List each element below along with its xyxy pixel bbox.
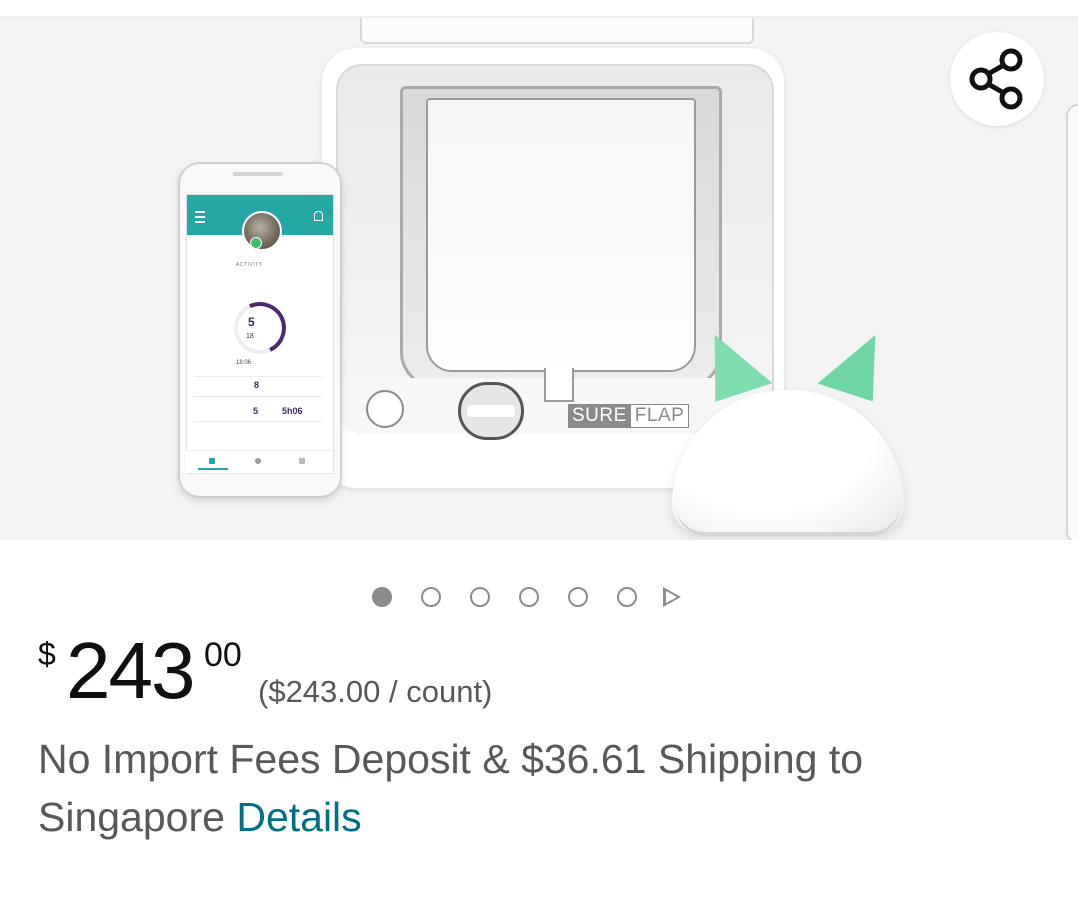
list-icon (299, 458, 305, 464)
home-icon (209, 458, 215, 464)
cat-flap-lock-knob (458, 382, 524, 440)
product-image-carousel[interactable]: SURE FLAP ACTIVITY 5 18 18:06 8 5 5h06 (0, 18, 1078, 540)
nav-active-indicator (198, 468, 228, 470)
play-triangle-icon[interactable] (663, 587, 681, 607)
carousel-indicator (372, 584, 681, 610)
sureflap-logo: SURE FLAP (568, 404, 690, 428)
shipping-text: No Import Fees Deposit & $36.61 Shipping… (38, 736, 864, 840)
unit-price: ($243.00 / count) (258, 674, 493, 709)
screen-divider (194, 396, 322, 397)
bell-icon (314, 211, 323, 221)
next-image-peek[interactable] (1066, 104, 1078, 540)
screen-divider (194, 376, 322, 377)
top-strip (0, 0, 1078, 18)
cat-flap-top-tab (360, 18, 754, 44)
logo-sure: SURE (568, 404, 631, 428)
avg-time: 5h06 (282, 406, 303, 416)
avg-count: 5 (253, 406, 259, 416)
share-icon (969, 48, 1023, 110)
carousel-dot[interactable] (568, 587, 588, 607)
hub-base-rim (676, 496, 900, 536)
price-whole: 243 (66, 626, 195, 715)
share-button[interactable] (950, 32, 1044, 126)
shipping-info: No Import Fees Deposit & $36.61 Shipping… (38, 730, 1048, 846)
price-currency-symbol: $ (38, 636, 56, 672)
today-count: 8 (254, 380, 260, 390)
status-dot (250, 237, 262, 249)
screen-divider (194, 421, 322, 422)
hub-right-ear (817, 322, 893, 402)
carousel-dot[interactable] (470, 587, 490, 607)
carousel-dot-active[interactable] (372, 587, 392, 607)
cat-flap-clip (544, 368, 574, 402)
logo-flap: FLAP (630, 404, 690, 428)
carousel-dot[interactable] (617, 587, 637, 607)
price-fraction: 00 (204, 636, 242, 674)
menu-icon (195, 211, 205, 223)
settings-icon (255, 458, 261, 464)
phone-speaker (233, 172, 283, 176)
details-link[interactable]: Details (236, 794, 361, 840)
cat-flap-button (366, 390, 404, 428)
last-entered-time: 18:06 (236, 360, 252, 366)
cat-flap-door (426, 98, 696, 372)
ring-value: 5 (248, 315, 255, 329)
activity-label: ACTIVITY (236, 262, 263, 268)
pet-avatar (242, 211, 282, 251)
carousel-dot[interactable] (421, 587, 441, 607)
ring-sub-value: 18 (246, 333, 254, 340)
carousel-dot[interactable] (519, 587, 539, 607)
